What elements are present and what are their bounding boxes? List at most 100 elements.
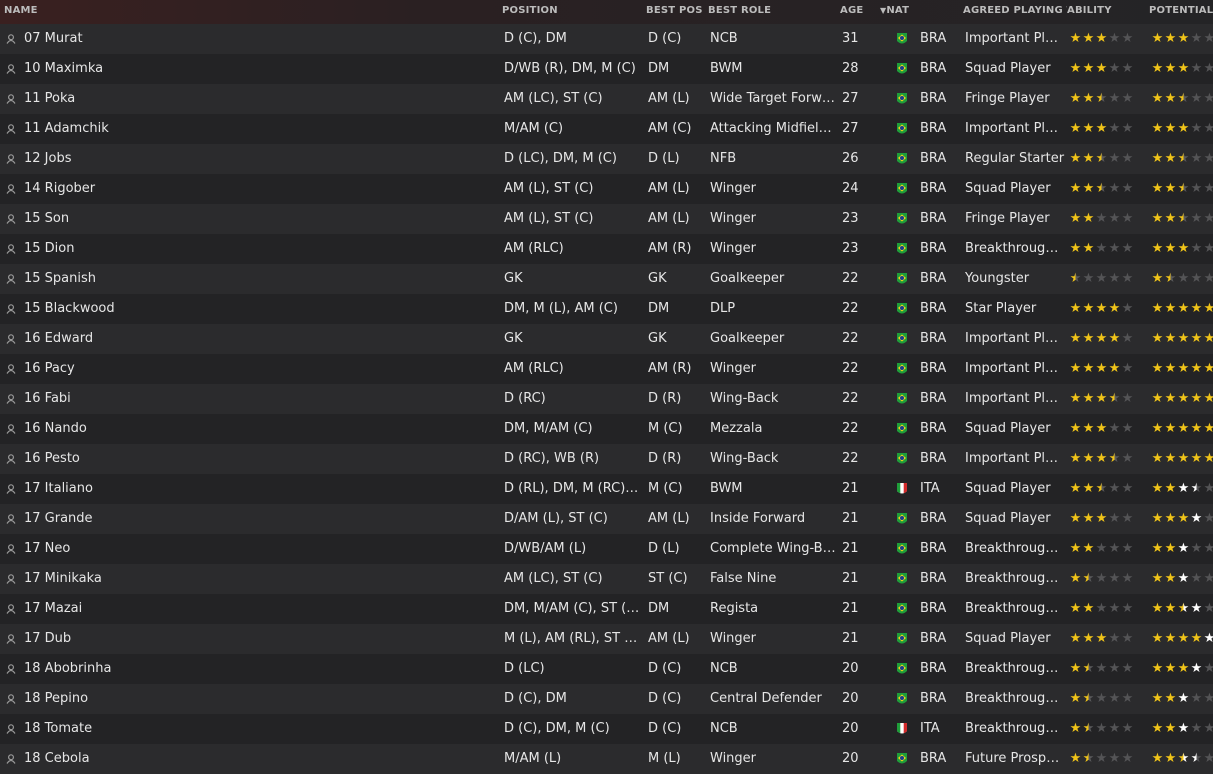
player-name[interactable]: 18 Cebola (24, 744, 494, 774)
potential-star-empty: ★ (1190, 271, 1203, 286)
table-row[interactable]: 14 Rigober AM (L), ST (C) AM (L) Winger 24 BR… (0, 174, 1213, 204)
player-name[interactable]: 17 Mazai (24, 594, 494, 624)
player-name[interactable]: 17 Italiano (24, 474, 494, 504)
player-ability-stars: ★★★★★ (1069, 174, 1145, 204)
player-best-role: False Nine (710, 571, 777, 586)
potential-star-empty: ★ (1203, 264, 1213, 294)
table-row[interactable]: 15 Blackwood DM, M (L), AM (C) DM DLP 22 BRA S… (0, 294, 1213, 324)
player-name[interactable]: 16 Edward (24, 324, 494, 354)
table-row[interactable]: 11 Adamchik M/AM (C) AM (C) Attacking Midfi… (0, 114, 1213, 144)
ability-star-empty: ★ (1108, 421, 1121, 436)
player-name[interactable]: 17 Minikaka (24, 564, 494, 594)
ability-star-half: ★ (1082, 564, 1095, 594)
table-row[interactable]: 18 Tomate D (C), DM, M (C) D (C) NCB 20 ITA Br… (0, 714, 1213, 744)
player-name[interactable]: 14 Rigober (24, 174, 494, 204)
table-row[interactable]: 16 Edward GK GK Goalkeeper 22 BRA Important Pl… (0, 324, 1213, 354)
player-name[interactable]: 10 Maximka (24, 54, 494, 84)
player-name[interactable]: 18 Pepino (24, 684, 494, 714)
table-row[interactable]: 16 Pesto D (RC), WB (R) D (R) Wing-Back 22 BR… (0, 444, 1213, 474)
player-icon (6, 714, 20, 744)
player-nationality: BRA (920, 391, 947, 406)
table-row[interactable]: 16 Fabi D (RC) D (R) Wing-Back 22 BRA Importan… (0, 384, 1213, 414)
ability-star-full: ★ (1069, 631, 1082, 646)
col-header-potential[interactable]: POTENTIAL (1149, 0, 1213, 24)
brazil-flag-icon (896, 54, 912, 84)
player-name[interactable]: 18 Abobrinha (24, 654, 494, 684)
table-row[interactable]: 17 Mazai DM, M/AM (C), ST (C) DM Regista 21 B… (0, 594, 1213, 624)
col-header-agreed-playing-time[interactable]: AGREED PLAYING T... (963, 0, 1067, 24)
col-header-best-pos[interactable]: BEST POS (646, 0, 706, 24)
player-name[interactable]: 17 Neo (24, 534, 494, 564)
player-nationality: BRA (920, 121, 947, 136)
table-row[interactable]: 16 Nando DM, M/AM (C) M (C) Mezzala 22 BRA Squ… (0, 414, 1213, 444)
table-row[interactable]: 11 Poka AM (LC), ST (C) AM (L) Wide Target … (0, 84, 1213, 114)
table-row[interactable]: 18 Cebola M/AM (L) M (L) Winger 20 BRA Future … (0, 744, 1213, 774)
player-best-pos: DM (648, 601, 670, 616)
brazil-flag-icon (896, 264, 912, 294)
potential-star-full: ★ (1177, 241, 1190, 256)
player-name[interactable]: 18 Tomate (24, 714, 494, 744)
player-name[interactable]: 15 Blackwood (24, 294, 494, 324)
table-row[interactable]: 15 Dion AM (RLC) AM (R) Winger 23 BRA Breakthr… (0, 234, 1213, 264)
player-name[interactable]: 16 Fabi (24, 384, 494, 414)
ability-star-empty: ★ (1121, 751, 1134, 766)
player-name[interactable]: 07 Murat (24, 24, 494, 54)
potential-star-full: ★ (1190, 421, 1203, 436)
player-potential-stars: ★★★★★ (1151, 384, 1213, 414)
potential-star-full: ★ (1164, 181, 1177, 196)
col-header-best-role[interactable]: BEST ROLE (708, 0, 808, 24)
potential-star-full: ★ (1151, 571, 1164, 586)
potential-star-full: ★ (1151, 481, 1164, 496)
table-row[interactable]: 16 Pacy AM (RLC) AM (R) Winger 22 BRA Importan… (0, 354, 1213, 384)
table-row[interactable]: 17 Dub M (L), AM (RL), ST (C) AM (L) Winger… (0, 624, 1213, 654)
player-name[interactable]: 17 Dub (24, 624, 494, 654)
player-name[interactable]: 17 Grande (24, 504, 494, 534)
table-row[interactable]: 17 Neo D/WB/AM (L) D (L) Complete Wing-Back… (0, 534, 1213, 564)
table-row[interactable]: 12 Jobs D (LC), DM, M (C) D (L) NFB 26 BRA Reg… (0, 144, 1213, 174)
player-name[interactable]: 16 Pacy (24, 354, 494, 384)
ability-star-full: ★ (1069, 361, 1082, 376)
potential-star-full: ★ (1164, 481, 1177, 496)
player-name[interactable]: 12 Jobs (24, 144, 494, 174)
table-row[interactable]: 07 Murat D (C), DM D (C) NCB 31 BRA Important … (0, 24, 1213, 54)
col-header-name[interactable]: NAME (4, 0, 104, 24)
player-icon (6, 684, 20, 714)
col-header-position[interactable]: POSITION (502, 0, 602, 24)
col-header-ability[interactable]: ABILITY (1067, 0, 1143, 24)
table-row[interactable]: 18 Pepino D (C), DM D (C) Central Defender 2… (0, 684, 1213, 714)
potential-star-potential: ★ (1177, 571, 1190, 586)
player-icon (6, 504, 20, 534)
ability-star-empty: ★ (1108, 511, 1121, 526)
potential-star-full: ★ (1151, 331, 1164, 346)
col-header-nat[interactable]: ▼NAT (880, 0, 956, 24)
table-row[interactable]: 17 Italiano D (RL), DM, M (RC), A... M (C)… (0, 474, 1213, 504)
player-name[interactable]: 16 Pesto (24, 444, 494, 474)
player-ability-stars: ★★★★★ (1069, 354, 1145, 384)
table-row[interactable]: 15 Son AM (L), ST (C) AM (L) Winger 23 BRA Fri… (0, 204, 1213, 234)
player-name[interactable]: 15 Son (24, 204, 494, 234)
col-header-age[interactable]: AGE (840, 0, 876, 24)
player-name[interactable]: 16 Nando (24, 414, 494, 444)
player-ability-stars: ★★★★★ (1069, 144, 1145, 174)
player-name[interactable]: 15 Spanish (24, 264, 494, 294)
player-age: 20 (842, 661, 859, 676)
ability-star-full: ★ (1095, 31, 1108, 46)
player-agreed-playing-time: Important Player (965, 361, 1065, 376)
potential-star-full: ★ (1177, 331, 1190, 346)
ability-star-empty: ★ (1121, 151, 1134, 166)
player-potential-stars: ★★★★★ (1151, 294, 1213, 324)
player-name[interactable]: 15 Dion (24, 234, 494, 264)
table-row[interactable]: 17 Minikaka AM (LC), ST (C) ST (C) False Ni… (0, 564, 1213, 594)
table-row[interactable]: 17 Grande D/AM (L), ST (C) AM (L) Inside Fo… (0, 504, 1213, 534)
player-ability-stars: ★★★★★ (1069, 624, 1145, 654)
player-best-role: NFB (710, 151, 737, 166)
player-best-role: Mezzala (710, 421, 763, 436)
table-row[interactable]: 10 Maximka D/WB (R), DM, M (C) DM BWM 28 BRA S… (0, 54, 1213, 84)
player-position: M/AM (C) (504, 121, 564, 136)
table-row[interactable]: 18 Abobrinha D (LC) D (C) NCB 20 BRA Breakthro… (0, 654, 1213, 684)
player-agreed-playing-time: Breakthrough... (965, 691, 1065, 706)
player-name[interactable]: 11 Adamchik (24, 114, 494, 144)
table-row[interactable]: 15 Spanish GK GK Goalkeeper 22 BRA Youngster ★★… (0, 264, 1213, 294)
player-name[interactable]: 11 Poka (24, 84, 494, 114)
ability-star-empty: ★ (1082, 271, 1095, 286)
